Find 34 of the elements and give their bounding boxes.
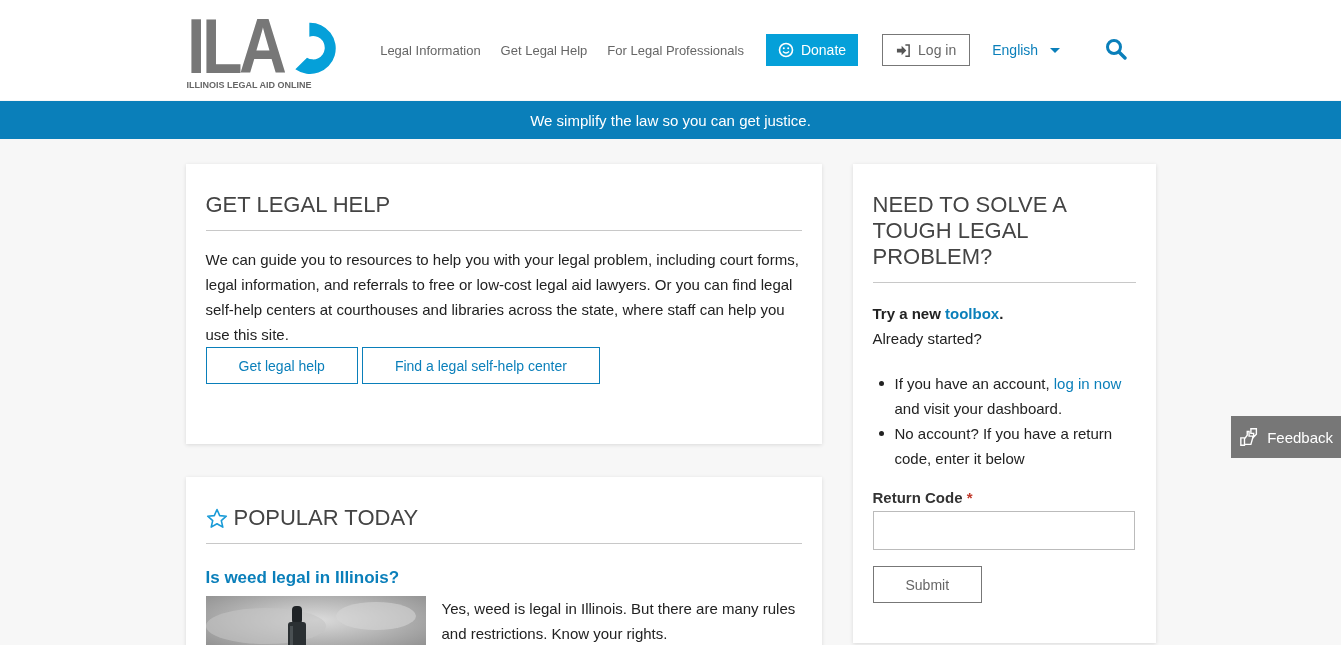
nav-link[interactable]: Get Legal Help xyxy=(500,42,588,58)
login-link[interactable]: log in now xyxy=(1053,375,1122,392)
login-button[interactable]: Log in xyxy=(882,34,971,66)
toolbox-link[interactable]: toolbox xyxy=(945,305,1000,322)
return-code-field[interactable] xyxy=(872,511,1135,550)
feedback-button[interactable]: Feedback xyxy=(1231,416,1341,458)
thumbs-icon xyxy=(1239,425,1260,449)
card-title: GET LEGAL HELP xyxy=(205,188,802,231)
status-text: Already started? xyxy=(872,329,983,349)
card-text: We can guide you to resources to help you with your legal problem, including court forms, legal information, and referrals to free or low-cost legal aid lawyers. Or you can find legal self-help centers at courthouses and libraries across the state, where staff can help you use this site. xyxy=(205,250,800,345)
bullet-icon xyxy=(878,431,884,436)
star-icon xyxy=(205,507,228,529)
outline-button[interactable]: Find a legal self-help center xyxy=(361,347,600,384)
list-item-text: If you have an account, log in now and visit your dashboard. xyxy=(894,374,1123,419)
search-button[interactable] xyxy=(1104,38,1129,62)
bullet-icon xyxy=(878,381,884,386)
nav-link[interactable]: Legal Information xyxy=(380,42,481,58)
smiley-icon xyxy=(777,42,794,58)
card-title: NEED TO SOLVE A TOUGH LEGAL PROBLEM? xyxy=(872,188,1136,283)
outline-button[interactable]: Get legal help xyxy=(205,347,358,384)
search-icon xyxy=(1105,38,1128,60)
toolbox-text: Try a new toolbox. xyxy=(872,304,1005,324)
submit-button[interactable]: Submit xyxy=(872,566,983,603)
sign-in-icon xyxy=(896,42,912,58)
caret-icon xyxy=(1050,47,1061,53)
language-dropdown[interactable]: English xyxy=(992,42,1061,58)
field-label: Return Code * xyxy=(872,489,973,506)
list-item-text: No account? If you have a return code, enter it below xyxy=(894,424,1114,469)
tagline: We simplify the law so you can get justice. xyxy=(530,111,811,129)
donate-button[interactable]: Donate xyxy=(765,34,859,66)
article-link[interactable]: Is weed legal in Illinois? xyxy=(205,568,400,588)
nav-link[interactable]: For Legal Professionals xyxy=(607,42,744,58)
card-title: POPULAR TODAY xyxy=(233,505,419,531)
article-summary: Yes, weed is legal in Illinois. But there are many rules and restrictions. Know your rights. xyxy=(441,599,797,644)
